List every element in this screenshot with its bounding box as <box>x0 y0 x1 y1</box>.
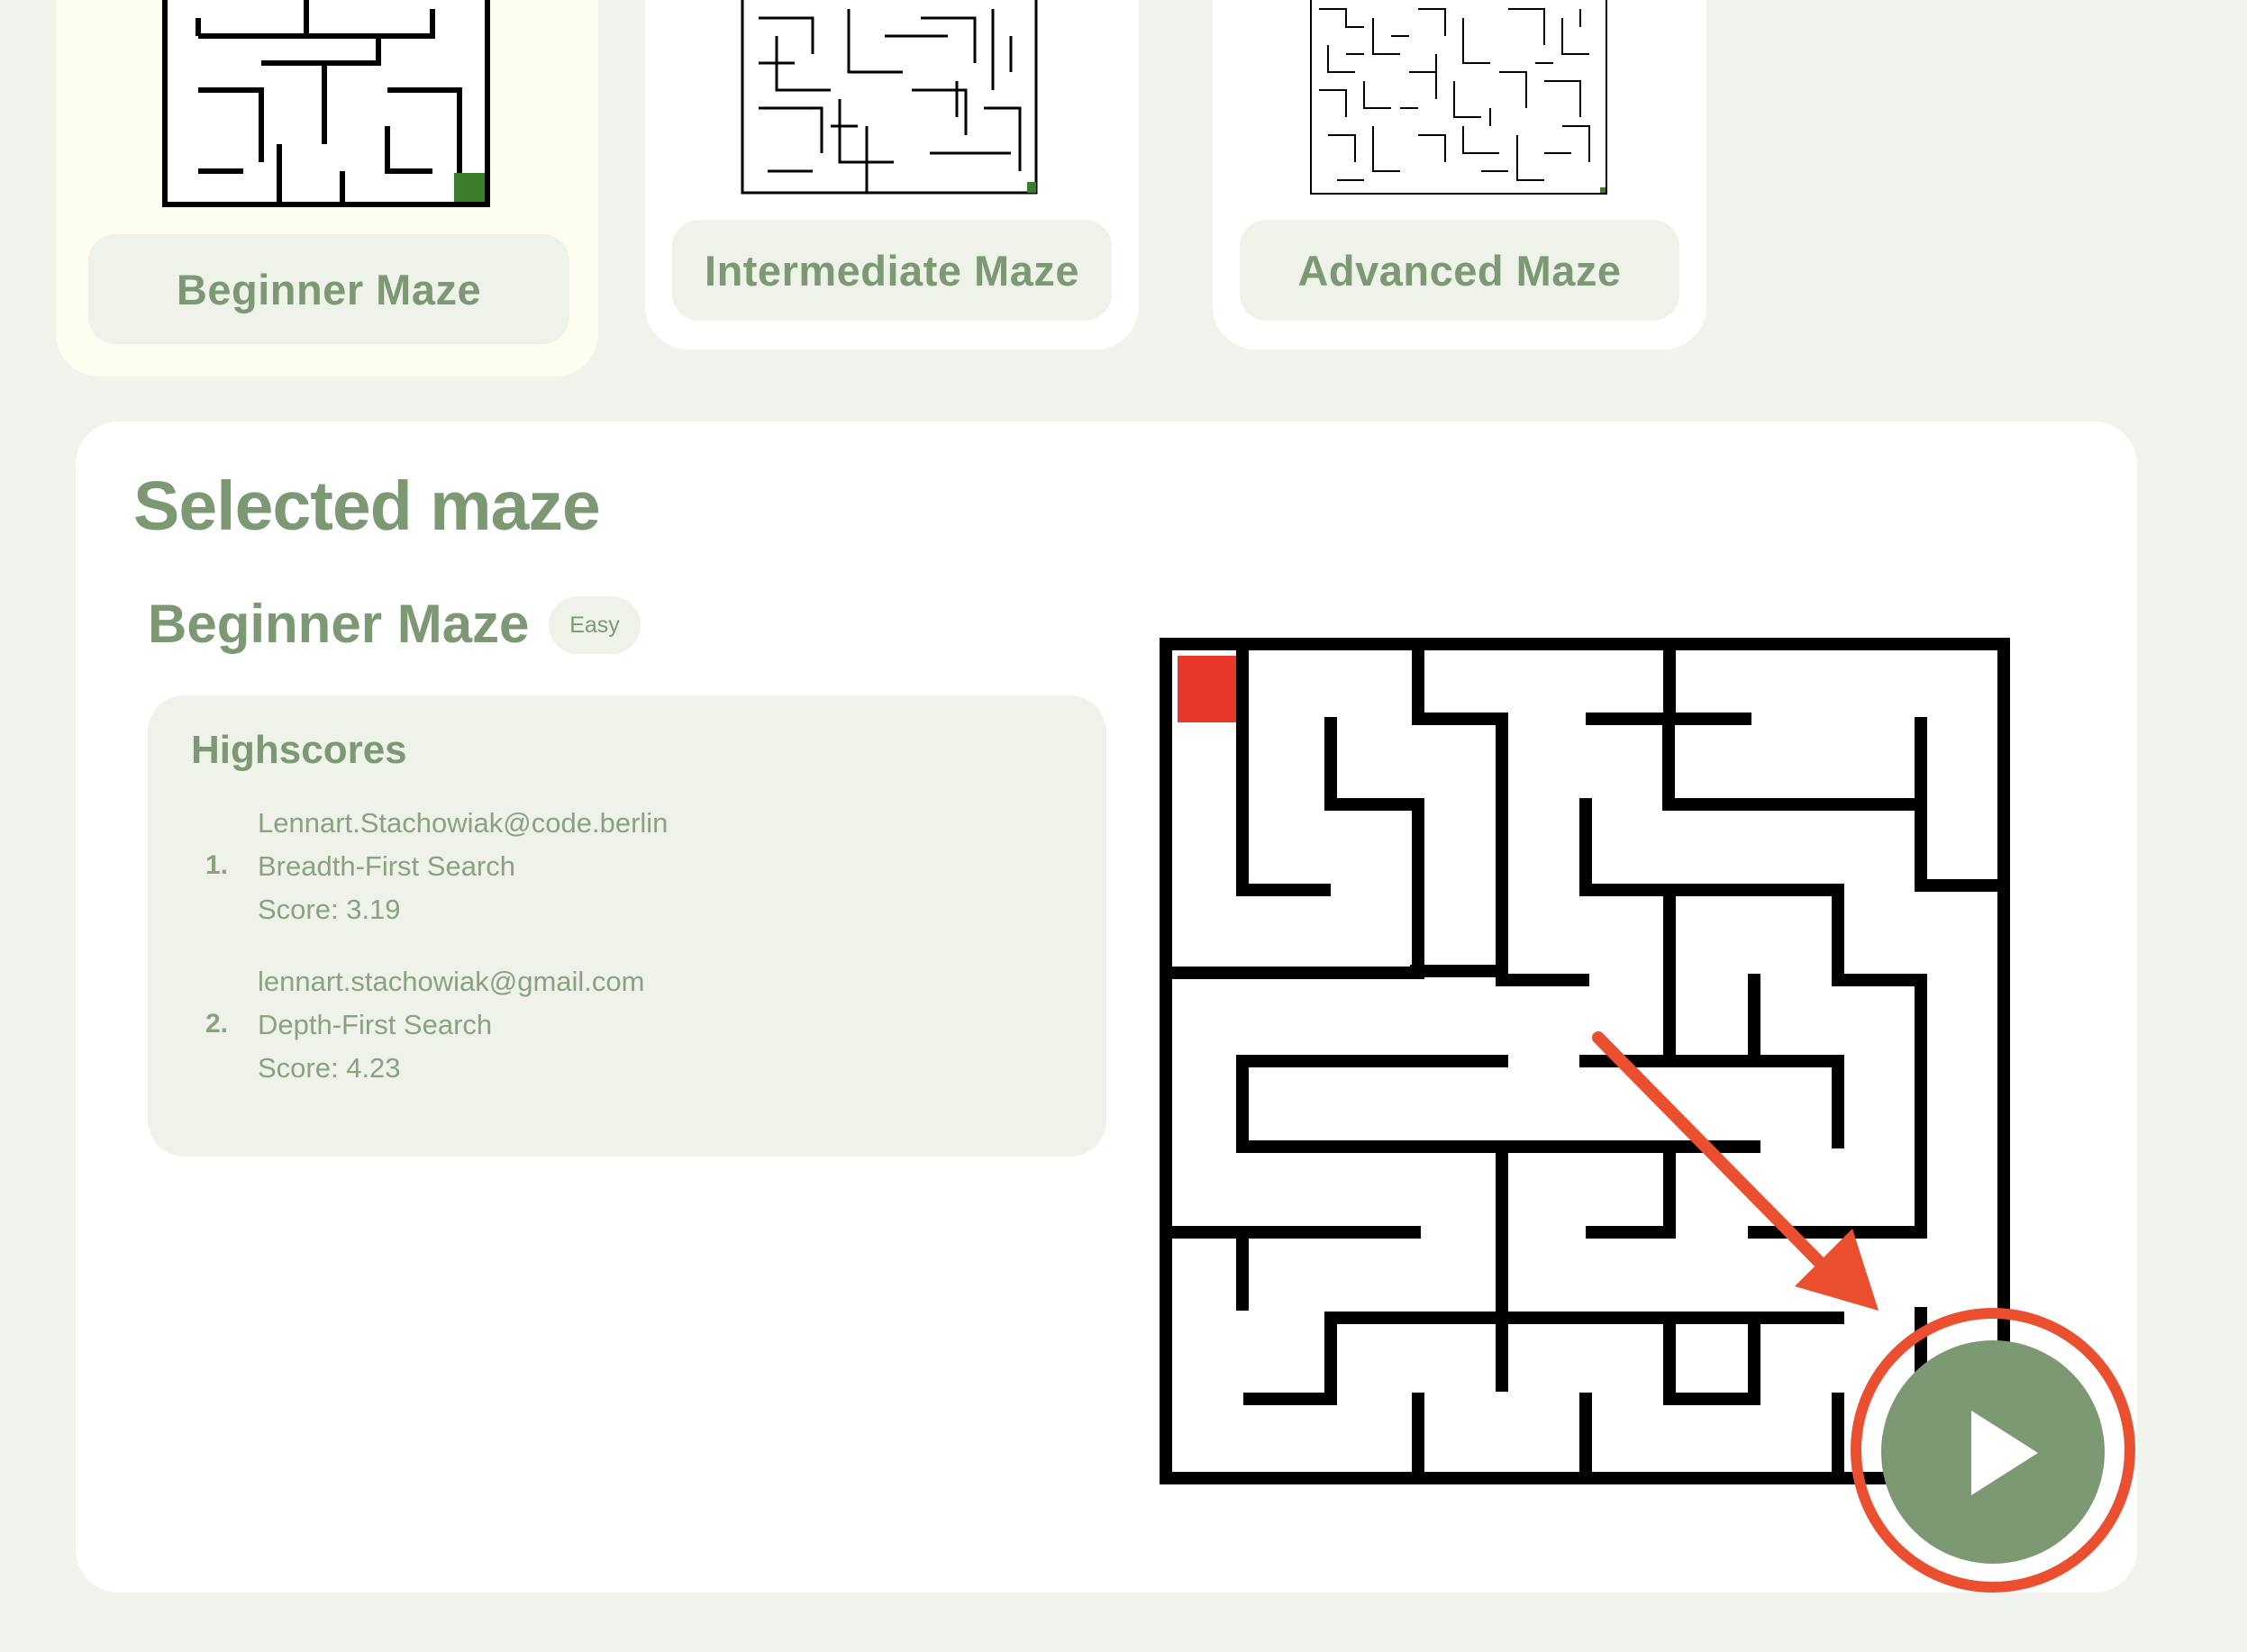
highscores-box: Highscores 1. Lennart.Stachowiak@code.be… <box>148 695 1106 1157</box>
beginner-maze-button[interactable]: Beginner Maze <box>88 234 569 344</box>
play-icon <box>1971 1411 2038 1495</box>
maze-card-beginner[interactable]: Beginner Maze <box>56 0 598 377</box>
selected-maze-name: Beginner Maze <box>148 594 530 654</box>
highscore-algorithm: Breadth-First Search <box>258 850 515 882</box>
start-cell <box>1178 656 1241 722</box>
difficulty-badge: Easy <box>549 596 641 654</box>
highscore-entry: 1. Lennart.Stachowiak@code.berlin Breadt… <box>148 807 1106 951</box>
maze-card-intermediate[interactable]: Intermediate Maze <box>645 0 1139 349</box>
intermediate-maze-button[interactable]: Intermediate Maze <box>672 220 1112 321</box>
advanced-maze-button[interactable]: Advanced Maze <box>1240 220 1679 321</box>
highscore-user: lennart.stachowiak@gmail.com <box>258 966 645 997</box>
highscore-score: Score: 4.23 <box>258 1052 401 1084</box>
highscore-user: Lennart.Stachowiak@code.berlin <box>258 807 669 839</box>
highscore-rank: 1. <box>205 850 229 880</box>
advanced-maze-thumbnail <box>1310 0 1607 195</box>
highscore-entry: 2. lennart.stachowiak@gmail.com Depth-Fi… <box>148 966 1106 1110</box>
highscore-algorithm: Depth-First Search <box>258 1009 493 1040</box>
highscore-rank: 2. <box>205 1009 229 1039</box>
intermediate-maze-thumbnail <box>741 0 1038 195</box>
beginner-maze-thumbnail <box>162 0 490 207</box>
play-button[interactable] <box>1881 1340 2105 1564</box>
highscore-score: Score: 3.19 <box>258 894 401 925</box>
maze-card-advanced[interactable]: Advanced Maze <box>1213 0 1706 349</box>
highscores-title: Highscores <box>191 728 407 772</box>
page-title: Selected maze <box>133 467 601 545</box>
